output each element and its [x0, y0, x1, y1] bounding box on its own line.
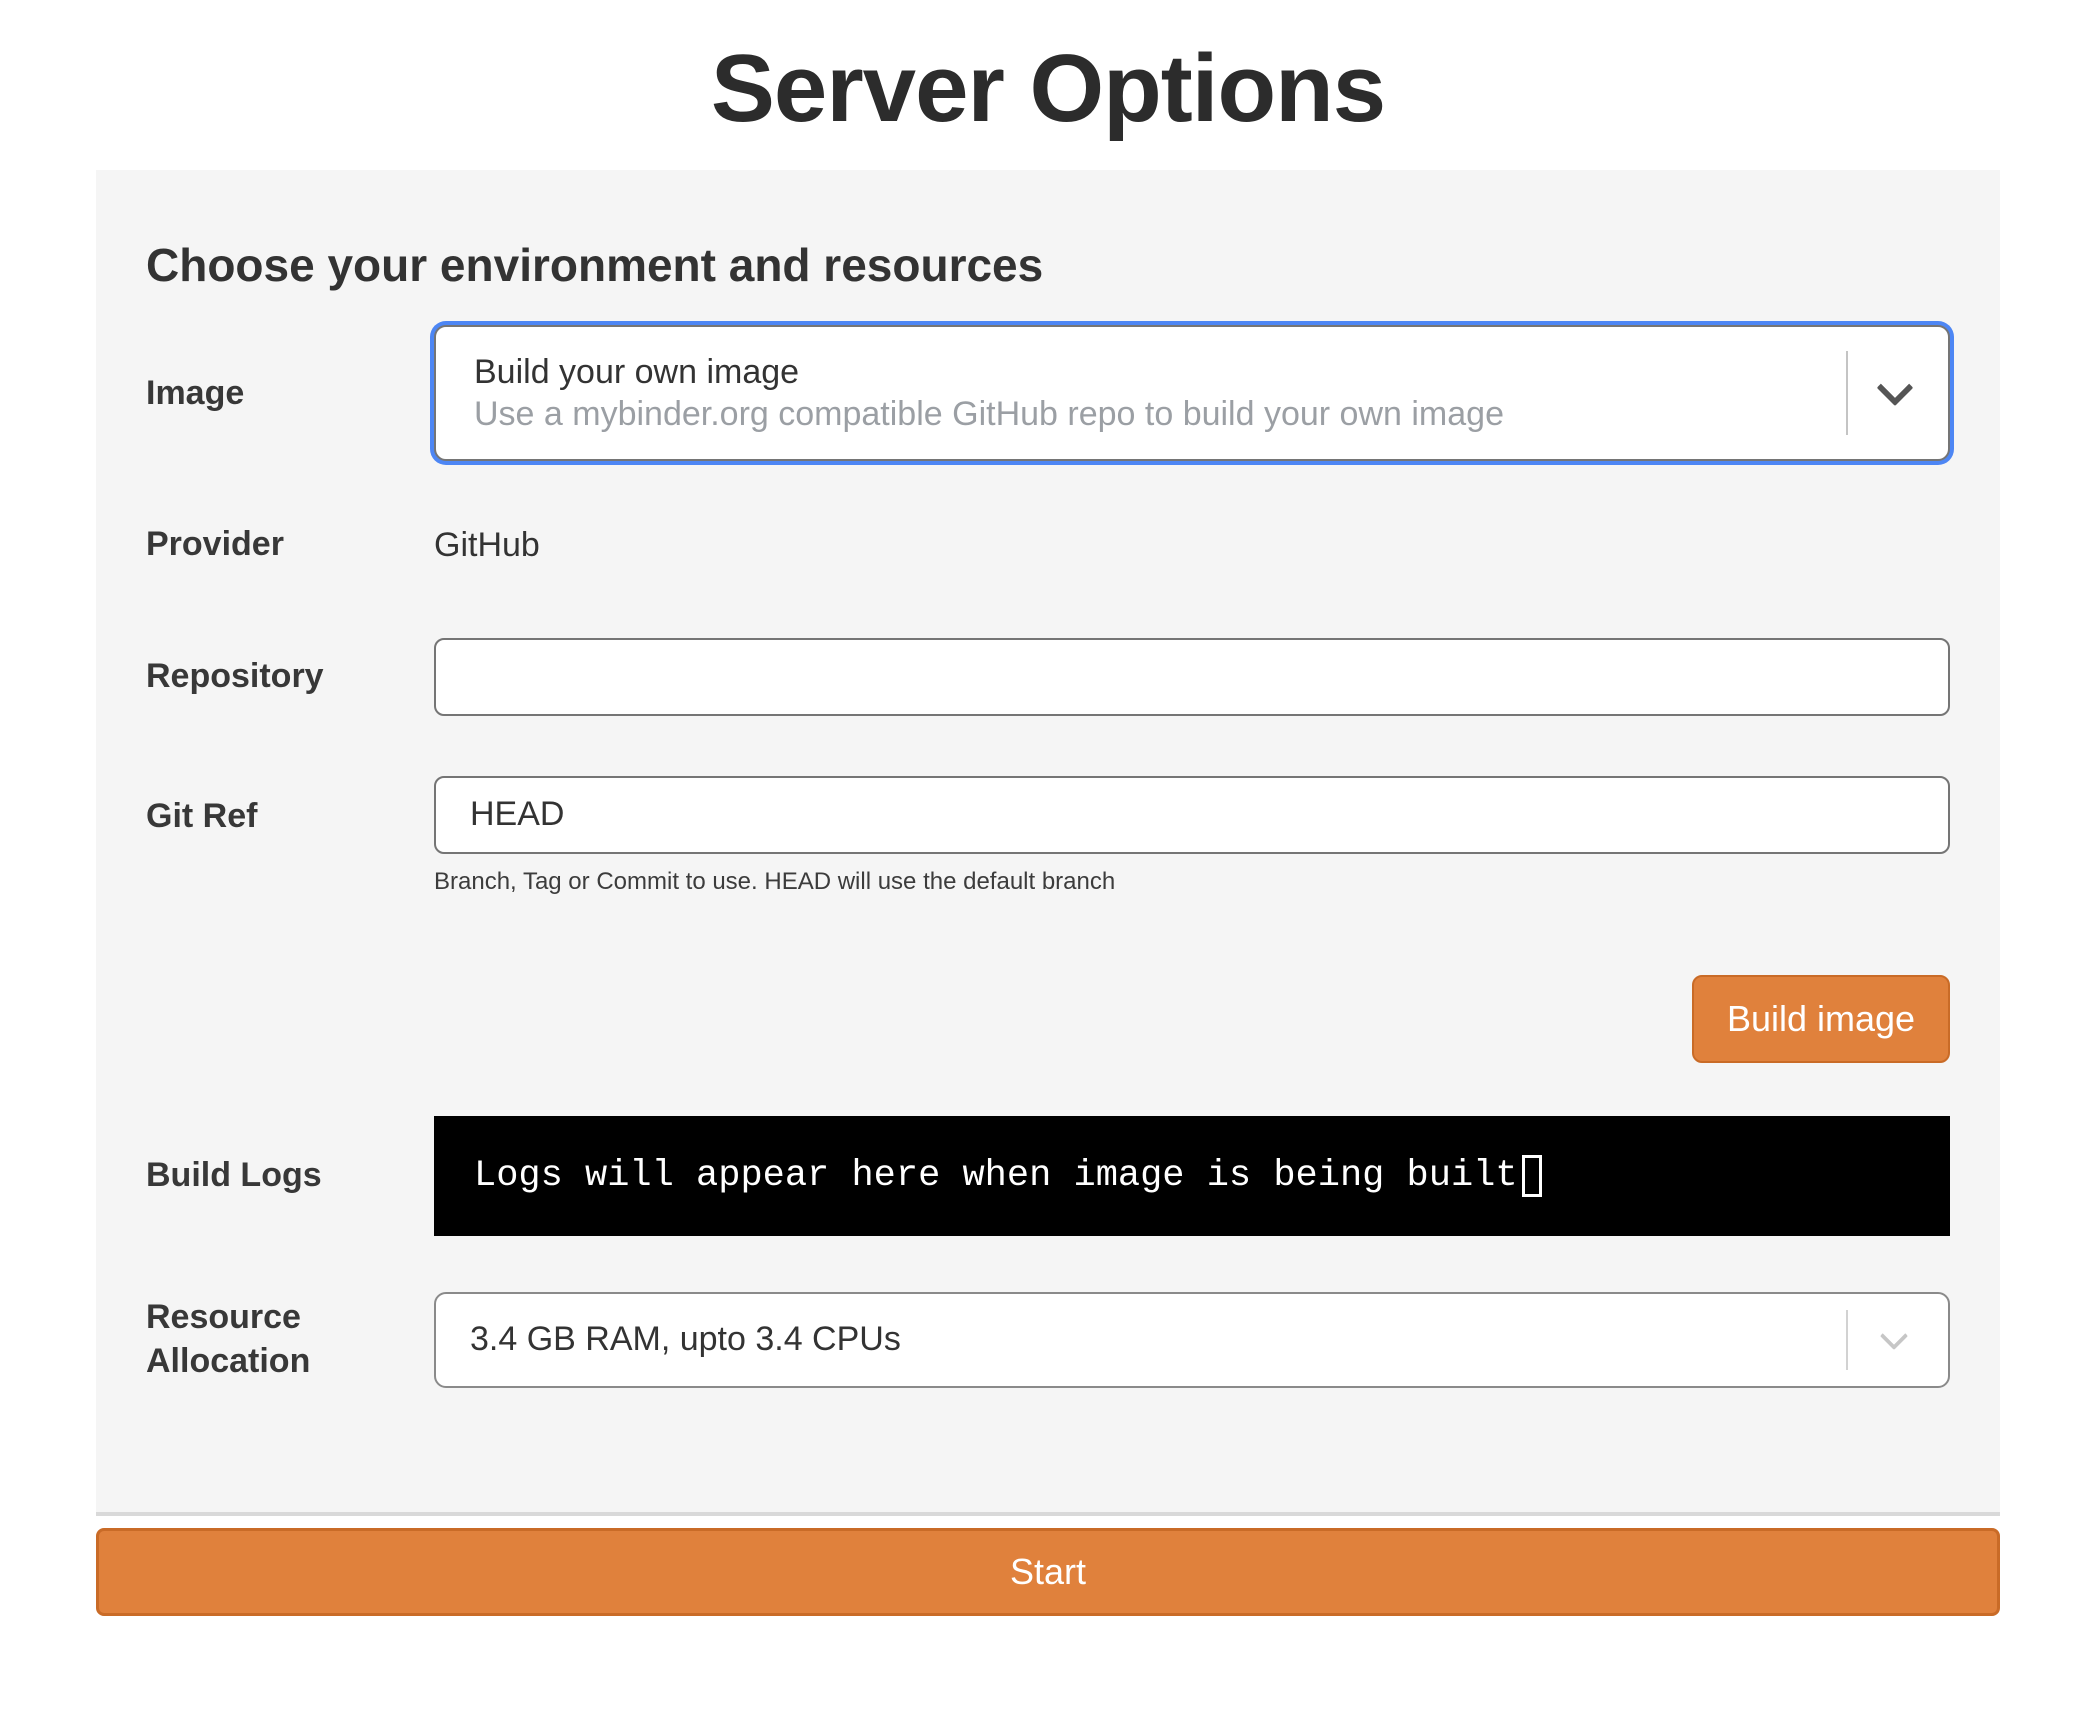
server-options-page: Server Options Choose your environment a…	[0, 34, 2096, 1712]
provider-value: GitHub	[434, 526, 540, 564]
resource-allocation-selected-option: 3.4 GB RAM, upto 3.4 CPUs	[470, 1320, 901, 1359]
build-logs-message: Logs will appear here when image is bein…	[474, 1155, 1518, 1197]
resource-allocation-row: Resource Allocation 3.4 GB RAM, upto 3.4…	[146, 1292, 1950, 1388]
git-ref-label: Git Ref	[146, 776, 434, 858]
build-logs-label: Build Logs	[146, 1154, 434, 1198]
build-logs-row: Build Logs Logs will appear here when im…	[146, 1116, 1950, 1236]
image-select[interactable]: Build your own image Use a mybinder.org …	[434, 325, 1950, 461]
terminal-cursor	[1522, 1155, 1542, 1197]
chevron-down-icon	[1880, 1322, 1908, 1350]
section-heading: Choose your environment and resources	[146, 238, 1950, 292]
resource-allocation-label: Resource Allocation	[146, 1296, 434, 1383]
options-form-panel: Choose your environment and resources Im…	[96, 170, 2000, 1516]
image-row: Image Build your own image Use a mybinde…	[146, 325, 1950, 461]
image-label: Image	[146, 372, 434, 416]
repository-label: Repository	[146, 655, 434, 699]
page-title: Server Options	[0, 34, 2096, 144]
image-option-description: Use a mybinder.org compatible GitHub rep…	[474, 393, 1948, 435]
image-selected-option: Build your own image	[474, 351, 1948, 393]
build-image-button[interactable]: Build image	[1692, 975, 1950, 1063]
git-ref-input[interactable]	[434, 776, 1950, 854]
provider-label: Provider	[146, 523, 434, 567]
repository-input[interactable]	[434, 638, 1950, 716]
resource-allocation-select[interactable]: 3.4 GB RAM, upto 3.4 CPUs	[434, 1292, 1950, 1388]
select-divider	[1846, 1310, 1848, 1370]
start-button[interactable]: Start	[96, 1528, 2000, 1616]
git-ref-help-text: Branch, Tag or Commit to use. HEAD will …	[434, 868, 1950, 896]
build-logs-terminal: Logs will appear here when image is bein…	[434, 1116, 1950, 1236]
build-image-row: Build image	[146, 975, 1950, 1063]
image-field: Build your own image Use a mybinder.org …	[434, 325, 1950, 461]
select-divider	[1846, 351, 1848, 435]
provider-row: Provider GitHub	[146, 523, 1950, 567]
repository-row: Repository	[146, 638, 1950, 716]
git-ref-row: Git Ref Branch, Tag or Commit to use. HE…	[146, 776, 1950, 896]
